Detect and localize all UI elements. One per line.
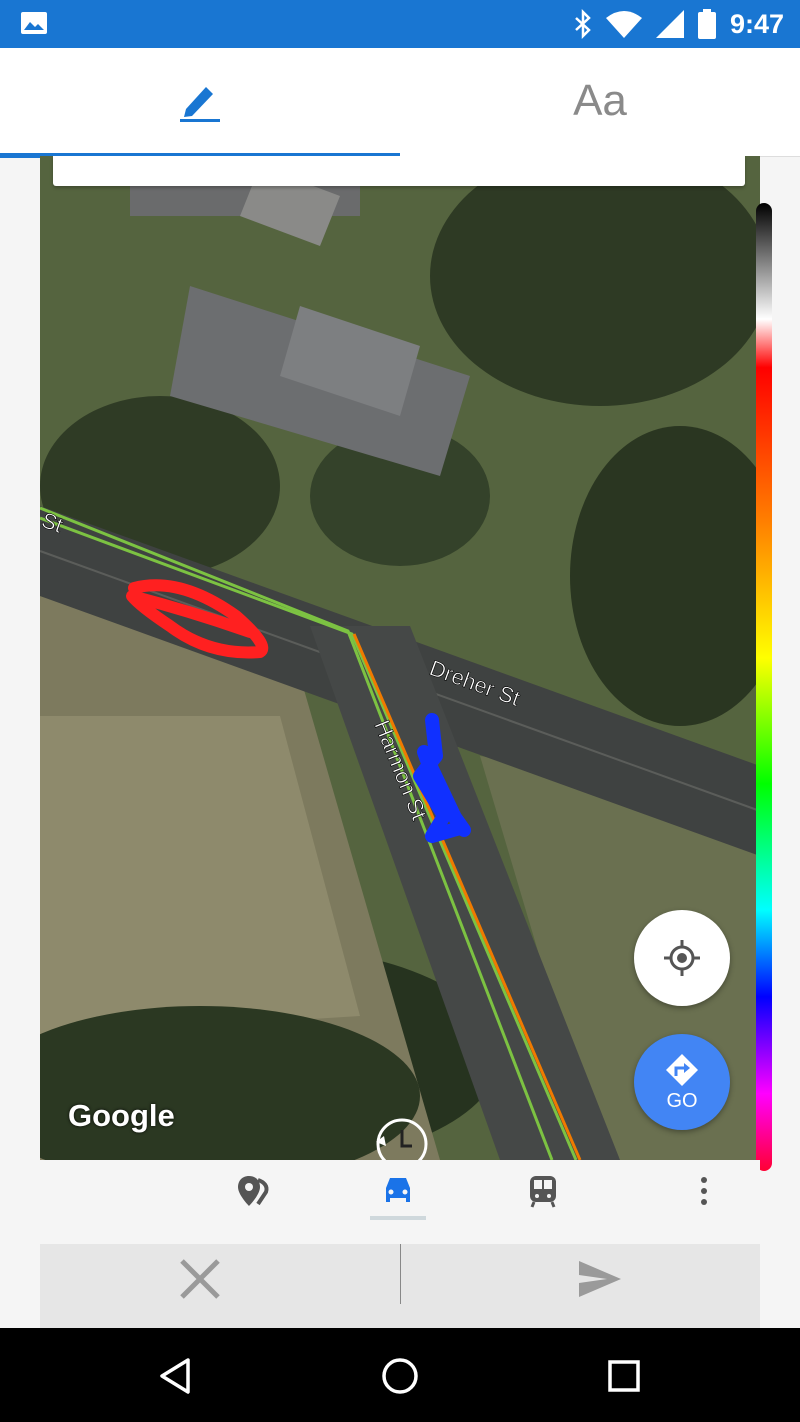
bottom-action-bar <box>40 1244 760 1328</box>
send-icon <box>579 1261 621 1297</box>
my-location-button <box>634 910 730 1006</box>
history-icon <box>376 1118 428 1160</box>
directions-icon <box>666 1053 698 1086</box>
satellite-map: St Dreher St Harmon St <box>40 156 760 1160</box>
back-button[interactable] <box>152 1352 200 1400</box>
tab-text[interactable]: Aa <box>400 48 800 154</box>
status-bar: 9:47 <box>0 0 800 48</box>
image-icon <box>21 12 47 34</box>
recents-icon <box>608 1360 640 1392</box>
wifi-icon <box>605 11 642 38</box>
google-logo: Google <box>68 1098 175 1133</box>
go-label: GO <box>666 1089 698 1112</box>
home-icon <box>382 1358 418 1394</box>
pencil-icon <box>180 87 220 122</box>
screenshot-canvas[interactable]: St Dreher St Harmon St GO Google <box>40 156 760 1160</box>
action-divider <box>400 1244 401 1304</box>
system-nav-bar <box>0 1328 800 1422</box>
pin-icon <box>238 1176 269 1206</box>
close-icon <box>180 1259 220 1299</box>
editor-tabs: Aa <box>0 48 800 158</box>
go-button: GO <box>634 1034 730 1130</box>
active-mode-underline <box>370 1216 426 1220</box>
back-icon <box>160 1358 190 1394</box>
tab-text-label: Aa <box>573 76 627 125</box>
home-button[interactable] <box>376 1352 424 1400</box>
bluetooth-icon <box>575 9 591 39</box>
status-time: 9:47 <box>729 8 784 39</box>
tab-draw[interactable] <box>0 48 400 154</box>
crosshair-icon <box>664 940 700 976</box>
discard-button[interactable] <box>160 1250 240 1308</box>
transit-icon <box>530 1176 556 1208</box>
car-icon <box>386 1178 410 1202</box>
faded-search-bar <box>53 156 745 186</box>
send-button[interactable] <box>560 1250 640 1308</box>
signal-icon <box>655 10 684 38</box>
recents-button[interactable] <box>600 1352 648 1400</box>
color-slider[interactable] <box>756 203 772 1171</box>
more-icon <box>701 1177 707 1205</box>
travel-mode-bar <box>40 1160 760 1220</box>
battery-icon <box>697 9 716 39</box>
